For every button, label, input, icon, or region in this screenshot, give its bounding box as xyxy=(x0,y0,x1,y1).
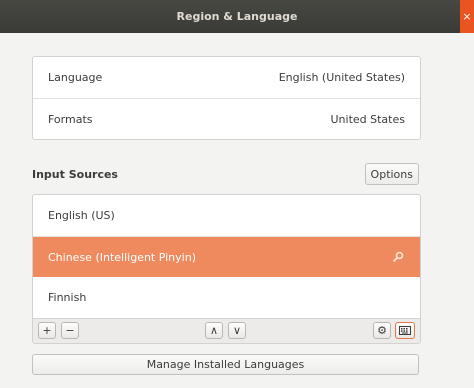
language-label: Language xyxy=(48,71,103,84)
add-icon: + xyxy=(42,324,52,337)
options-button[interactable]: Options xyxy=(364,163,419,185)
input-source-label: Finnish xyxy=(48,291,87,304)
move-up-icon: ∧ xyxy=(209,324,219,337)
close-icon: × xyxy=(462,10,472,23)
manage-installed-languages-button[interactable]: Manage Installed Languages xyxy=(32,354,419,375)
remove-icon: − xyxy=(65,324,75,337)
input-source-item[interactable]: Finnish xyxy=(33,277,420,318)
move-down-icon: ∨ xyxy=(232,324,242,337)
language-row[interactable]: Language English (United States) xyxy=(33,57,420,98)
input-settings-button[interactable]: ⚙ xyxy=(373,322,391,339)
input-sources-list: English (US) Chinese (Intelligent Pinyin… xyxy=(32,194,421,344)
input-source-item[interactable]: English (US) xyxy=(33,195,420,236)
formats-row[interactable]: Formats United States xyxy=(33,98,420,139)
input-sources-header: Input Sources Options xyxy=(32,163,419,185)
move-down-button[interactable]: ∨ xyxy=(228,322,246,339)
input-source-label: English (US) xyxy=(48,209,115,222)
input-sources-title: Input Sources xyxy=(32,167,118,181)
window-title: Region & Language xyxy=(176,10,298,23)
show-keyboard-layout-button[interactable] xyxy=(395,322,415,339)
preferences-icon[interactable] xyxy=(391,250,405,264)
input-source-label: Chinese (Intelligent Pinyin) xyxy=(48,250,196,264)
keyboard-icon xyxy=(399,326,411,335)
input-sources-toolbar: + − ∧ ∨ ⚙ xyxy=(33,318,420,343)
remove-button[interactable]: − xyxy=(61,322,79,339)
input-source-item-selected[interactable]: Chinese (Intelligent Pinyin) xyxy=(33,236,420,277)
language-value: English (United States) xyxy=(278,71,405,84)
formats-label: Formats xyxy=(48,112,93,126)
language-formats-card: Language English (United States) Formats… xyxy=(32,56,421,140)
close-button[interactable]: × xyxy=(460,0,474,33)
move-up-button[interactable]: ∧ xyxy=(205,322,223,339)
settings-icon: ⚙ xyxy=(377,324,387,337)
window-titlebar: Region & Language xyxy=(0,0,474,33)
formats-value: United States xyxy=(330,112,406,126)
add-button[interactable]: + xyxy=(38,322,56,339)
